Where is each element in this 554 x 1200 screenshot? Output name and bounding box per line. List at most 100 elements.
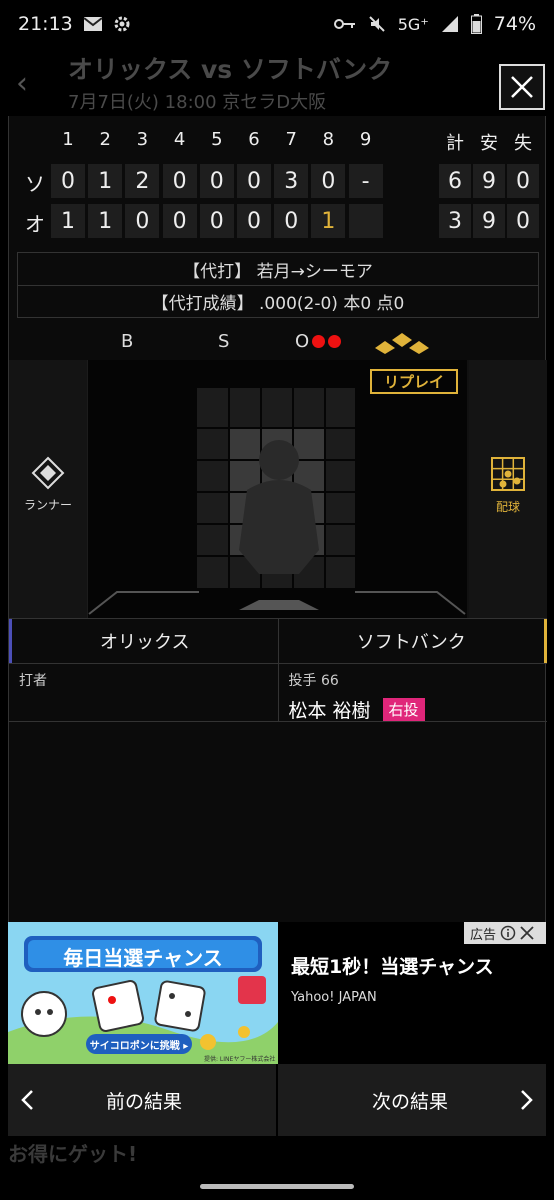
total-value: 9 bbox=[473, 164, 505, 198]
total-value: 0 bbox=[507, 164, 539, 198]
inning-header: 8 bbox=[322, 129, 335, 150]
close-icon bbox=[511, 76, 533, 98]
team-tabs: オリックス ソフトバンク bbox=[9, 618, 547, 664]
background-header: ‹ オリックス vs ソフトバンク 7月7日(火) 18:00 京セラD大阪 bbox=[0, 48, 554, 118]
inning-score: 1 bbox=[51, 204, 85, 238]
inning-score: 0 bbox=[162, 164, 197, 198]
total-value: 9 bbox=[473, 204, 505, 238]
strike-zone-graphic bbox=[86, 360, 466, 618]
chevron-left-icon bbox=[21, 1090, 33, 1110]
diamond-icon bbox=[31, 456, 65, 490]
inning-header: 4 bbox=[173, 129, 186, 150]
ad-close-icon[interactable] bbox=[520, 926, 534, 940]
close-button[interactable] bbox=[499, 64, 545, 110]
inning-score bbox=[348, 204, 383, 238]
battery-level: 74% bbox=[493, 13, 536, 35]
matchup-panel: 打者 投手 66 松本 裕樹 右投 bbox=[9, 664, 547, 722]
pitcher-name[interactable]: 松本 裕樹 bbox=[289, 696, 371, 723]
status-time: 21:13 bbox=[18, 13, 73, 35]
ad-label-text: 広告 bbox=[470, 927, 497, 943]
inning-score: 0 bbox=[237, 164, 271, 198]
inning-score: 1 bbox=[88, 164, 123, 198]
pinch-hitter-stats: 【代打成績】 .000(2-0) 本0 点0 bbox=[18, 285, 538, 317]
inning-header: 5 bbox=[211, 129, 223, 150]
tab-away-team[interactable]: ソフトバンク bbox=[277, 619, 547, 663]
signal-icon bbox=[441, 16, 458, 32]
pitch-chart-label: 配球 bbox=[495, 500, 520, 514]
batter-label: 打者 bbox=[19, 673, 47, 689]
inning-score: 0 bbox=[125, 204, 160, 238]
background-promo: お得にゲット! bbox=[8, 1142, 138, 1166]
home-plate bbox=[239, 600, 319, 610]
pitch-grid-icon bbox=[491, 457, 525, 491]
total-header: 安 bbox=[480, 133, 498, 154]
pinch-hitter-line: 【代打】 若月→シーモア bbox=[183, 261, 373, 282]
mascot-graphic bbox=[21, 991, 67, 1037]
background-footer: お得にゲット! bbox=[0, 1136, 554, 1200]
total-header: 計 bbox=[446, 133, 464, 154]
tab-home-team[interactable]: オリックス bbox=[9, 619, 278, 663]
gesture-bar[interactable] bbox=[200, 1184, 354, 1189]
strike-zone-grid bbox=[197, 388, 355, 588]
next-result-button[interactable]: 次の結果 bbox=[278, 1064, 546, 1136]
back-arrow-icon[interactable]: ‹ bbox=[16, 66, 28, 101]
result-navigation: 前の結果 次の結果 bbox=[8, 1064, 546, 1136]
inning-header: 7 bbox=[285, 129, 297, 150]
prev-result-label: 前の結果 bbox=[105, 1090, 182, 1113]
total-value: 6 bbox=[439, 164, 471, 198]
network-indicator: 5G⁺ bbox=[397, 14, 429, 34]
outs-indicator: O bbox=[295, 331, 342, 352]
status-bar: 21:13 5G⁺ 74% bbox=[0, 0, 554, 48]
inning-header: 9 bbox=[359, 129, 372, 150]
scoreboard: 123456789計安失ソ01200030-690オ11000001390 bbox=[9, 124, 547, 248]
out-dots bbox=[312, 335, 342, 348]
mute-icon bbox=[369, 16, 385, 32]
inning-score: 0 bbox=[199, 164, 234, 198]
inning-score: 1 bbox=[88, 204, 123, 238]
inning-score: 1 bbox=[311, 204, 346, 238]
team-mark: オ bbox=[25, 212, 45, 236]
inning-score: - bbox=[348, 164, 383, 198]
pitch-chart-button[interactable]: 配球 bbox=[479, 456, 537, 515]
inning-header: 3 bbox=[136, 129, 149, 150]
total-value: 3 bbox=[439, 204, 471, 238]
game-subtitle: 7月7日(火) 18:00 京セラD大阪 bbox=[68, 92, 327, 113]
inning-score: 0 bbox=[237, 204, 271, 238]
ad-image-button: サイコロポンに挑戦 ▸ bbox=[89, 1041, 189, 1052]
pitch-field: リプレイ ランナー 配球 bbox=[9, 360, 547, 618]
ad-banner[interactable]: 毎日当選チャンス サイコロポンに挑戦 ▸ 提供: LINEヤフー株式会社 最短1… bbox=[8, 922, 546, 1064]
ad-image-credit: 提供: LINEヤフー株式会社 bbox=[204, 1056, 276, 1063]
inning-score: 0 bbox=[162, 204, 197, 238]
pitcher-hand-badge: 右投 bbox=[382, 698, 425, 721]
mail-icon bbox=[83, 17, 103, 31]
ad-label[interactable]: 広告 bbox=[464, 922, 546, 944]
ad-info-icon[interactable] bbox=[500, 925, 516, 941]
inning-score: 0 bbox=[274, 204, 309, 238]
pinch-hitter-info: 【代打】 若月→シーモア 【代打成績】 .000(2-0) 本0 点0 bbox=[17, 252, 539, 318]
out-dot bbox=[312, 335, 326, 348]
ad-image[interactable]: 毎日当選チャンス サイコロポンに挑戦 ▸ 提供: LINEヤフー株式会社 bbox=[8, 922, 278, 1064]
ad-image-title: 毎日当選チャンス bbox=[63, 946, 223, 970]
total-value: 0 bbox=[507, 204, 539, 238]
battery-icon bbox=[470, 14, 482, 34]
batter-column: 打者 bbox=[9, 664, 278, 721]
settings-icon bbox=[114, 16, 130, 32]
inning-score: 0 bbox=[311, 164, 346, 198]
balls-label: B bbox=[121, 331, 134, 352]
pitcher-label: 投手 66 bbox=[288, 673, 339, 689]
inning-score: 2 bbox=[125, 164, 160, 198]
total-header: 失 bbox=[514, 133, 532, 154]
inning-header: 2 bbox=[99, 129, 111, 150]
team-mark: ソ bbox=[25, 172, 45, 196]
pitcher-column: 投手 66 松本 裕樹 右投 bbox=[277, 664, 548, 723]
strike-zone-view bbox=[86, 360, 467, 618]
ad-headline[interactable]: 最短1秒！当選チャンス bbox=[291, 952, 494, 979]
runner-button[interactable]: ランナー bbox=[19, 456, 77, 513]
count-display: B S O bbox=[9, 326, 547, 360]
chevron-right-icon bbox=[521, 1090, 533, 1110]
game-title: オリックス vs ソフトバンク bbox=[68, 55, 393, 84]
replay-button[interactable]: リプレイ bbox=[370, 369, 458, 394]
bases-icon bbox=[375, 333, 429, 354]
prev-result-button[interactable]: 前の結果 bbox=[8, 1064, 276, 1136]
key-icon bbox=[333, 19, 355, 29]
